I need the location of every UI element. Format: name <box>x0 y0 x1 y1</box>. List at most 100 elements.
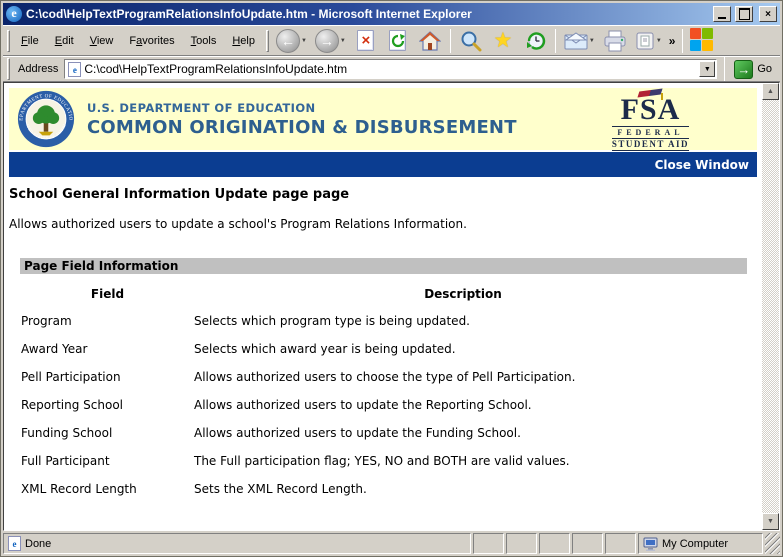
home-button[interactable] <box>415 27 445 55</box>
forward-dropdown-icon: ▼ <box>340 38 346 44</box>
title-bar: e C:\cod\HelpTextProgramRelationsInfoUpd… <box>3 3 780 25</box>
ie-logo-icon: e <box>6 6 22 22</box>
mail-dropdown-icon: ▼ <box>589 38 595 44</box>
table-row: Funding SchoolAllows authorized users to… <box>4 426 762 441</box>
field-description: Allows authorized users to choose the ty… <box>194 370 762 385</box>
close-window-link[interactable]: Close Window <box>655 158 757 172</box>
description-column-header: Description <box>194 287 762 301</box>
table-row: XML Record LengthSets the XML Record Len… <box>4 482 762 497</box>
go-button[interactable]: → Go <box>732 59 778 80</box>
field-description: Selects which program type is being upda… <box>194 314 762 329</box>
maximize-button[interactable] <box>735 6 753 22</box>
edit-dropdown-icon: ▼ <box>656 38 662 44</box>
toolbar-overflow-chevron[interactable]: » <box>667 34 678 48</box>
field-description: Allows authorized users to update the Fu… <box>194 426 762 441</box>
mail-button[interactable]: ▼ <box>561 27 598 55</box>
print-icon <box>603 30 627 52</box>
menu-item-view[interactable]: View <box>83 32 121 50</box>
address-bar: Address e ▼ → Go <box>3 56 780 82</box>
page-icon: e <box>68 62 81 77</box>
scroll-up-icon[interactable]: ▲ <box>762 83 779 100</box>
back-dropdown-icon: ▼ <box>301 38 307 44</box>
refresh-button[interactable] <box>383 27 413 55</box>
go-label: Go <box>757 63 772 75</box>
forward-icon: → <box>315 29 339 53</box>
browser-window: e C:\cod\HelpTextProgramRelationsInfoUpd… <box>0 0 783 557</box>
section-header: Page Field Information <box>20 258 747 274</box>
history-button[interactable] <box>520 27 550 55</box>
field-table-body: ProgramSelects which program type is bei… <box>4 314 762 497</box>
minimize-button[interactable] <box>713 6 731 22</box>
fsa-logo: FSA FEDERAL STUDENT AID <box>612 90 689 151</box>
toolbar-grip[interactable] <box>7 30 10 52</box>
windows-logo-icon <box>690 28 715 53</box>
menu-item-edit[interactable]: Edit <box>48 32 81 50</box>
print-button[interactable] <box>600 27 630 55</box>
refresh-icon <box>389 30 406 51</box>
scrollbar-track[interactable] <box>762 100 779 513</box>
field-name: Full Participant <box>4 454 194 469</box>
field-name: Pell Participation <box>4 370 194 385</box>
field-name: Funding School <box>4 426 194 441</box>
graduation-cap-icon <box>635 90 665 99</box>
table-row: Pell ParticipationAllows authorized user… <box>4 370 762 385</box>
forward-button[interactable]: → ▼ <box>312 27 349 55</box>
menu-item: File <box>21 35 39 47</box>
menu-item-help[interactable]: Help <box>225 32 262 50</box>
back-button[interactable]: ← ▼ <box>273 27 310 55</box>
my-computer-icon <box>643 537 658 551</box>
menu-item-file[interactable]: File <box>14 32 46 50</box>
page-title: School General Information Update page p… <box>9 187 762 202</box>
resize-grip[interactable] <box>765 533 780 554</box>
addressbar-grip[interactable] <box>7 58 10 80</box>
status-pane <box>572 533 603 554</box>
status-pane <box>473 533 504 554</box>
system-name: COMMON ORIGINATION & DISBURSEMENT <box>87 117 517 138</box>
address-box: e ▼ <box>64 59 717 79</box>
close-button[interactable]: × <box>759 6 777 22</box>
toolbar-separator <box>450 29 451 53</box>
toolbar-separator <box>724 57 725 81</box>
status-pane <box>506 533 537 554</box>
document-icon: e <box>8 536 21 551</box>
field-name: Reporting School <box>4 398 194 413</box>
favorites-button[interactable]: ★ <box>488 27 518 55</box>
field-column-header: Field <box>4 287 194 301</box>
navy-nav-bar: Close Window <box>9 152 757 177</box>
status-pane <box>605 533 636 554</box>
home-icon <box>419 31 441 51</box>
field-table-header: Field Description <box>4 287 762 301</box>
toolbar-separator <box>555 29 556 53</box>
edit-icon <box>635 31 655 51</box>
zone-label: My Computer <box>662 538 728 550</box>
status-bar: e Done My Computer <box>3 531 780 554</box>
field-description: Selects which award year is being update… <box>194 342 762 357</box>
field-description: Allows authorized users to update the Re… <box>194 398 762 413</box>
search-button[interactable] <box>456 27 486 55</box>
go-arrow-icon: → <box>734 60 753 79</box>
toolbar-separator <box>682 29 683 53</box>
address-input[interactable] <box>84 62 696 76</box>
cod-banner-text: U.S. DEPARTMENT OF EDUCATION COMMON ORIG… <box>87 101 517 138</box>
toolbar-grip[interactable] <box>266 30 269 52</box>
edit-button[interactable]: ▼ <box>632 27 665 55</box>
status-message-pane: e Done <box>3 533 471 554</box>
table-row: ProgramSelects which program type is bei… <box>4 314 762 329</box>
menu-item-tools[interactable]: Tools <box>184 32 224 50</box>
scroll-down-icon[interactable]: ▼ <box>762 513 779 530</box>
help-page: DEPARTMENT OF EDUCATION UNITED STATES OF… <box>4 83 762 530</box>
status-pane <box>539 533 570 554</box>
vertical-scrollbar[interactable]: ▲ ▼ <box>762 83 779 530</box>
fsa-federal-label: FEDERAL <box>612 126 689 139</box>
fsa-acronym: FSA <box>612 95 689 125</box>
menu-item-favorites[interactable]: Favorites <box>122 32 181 50</box>
stop-button[interactable]: × <box>351 27 381 55</box>
field-name: Award Year <box>4 342 194 357</box>
address-combo-arrow-icon[interactable]: ▼ <box>699 61 715 77</box>
menu-item: View <box>90 35 114 47</box>
favorites-star-icon: ★ <box>493 31 512 51</box>
table-row: Full ParticipantThe Full participation f… <box>4 454 762 469</box>
department-of-education-seal: DEPARTMENT OF EDUCATION UNITED STATES OF… <box>17 90 75 148</box>
field-description: The Full participation flag; YES, NO and… <box>194 454 762 469</box>
menu-toolbar-row: File Edit View Favorites Tools Help ← ▼ … <box>3 25 780 56</box>
